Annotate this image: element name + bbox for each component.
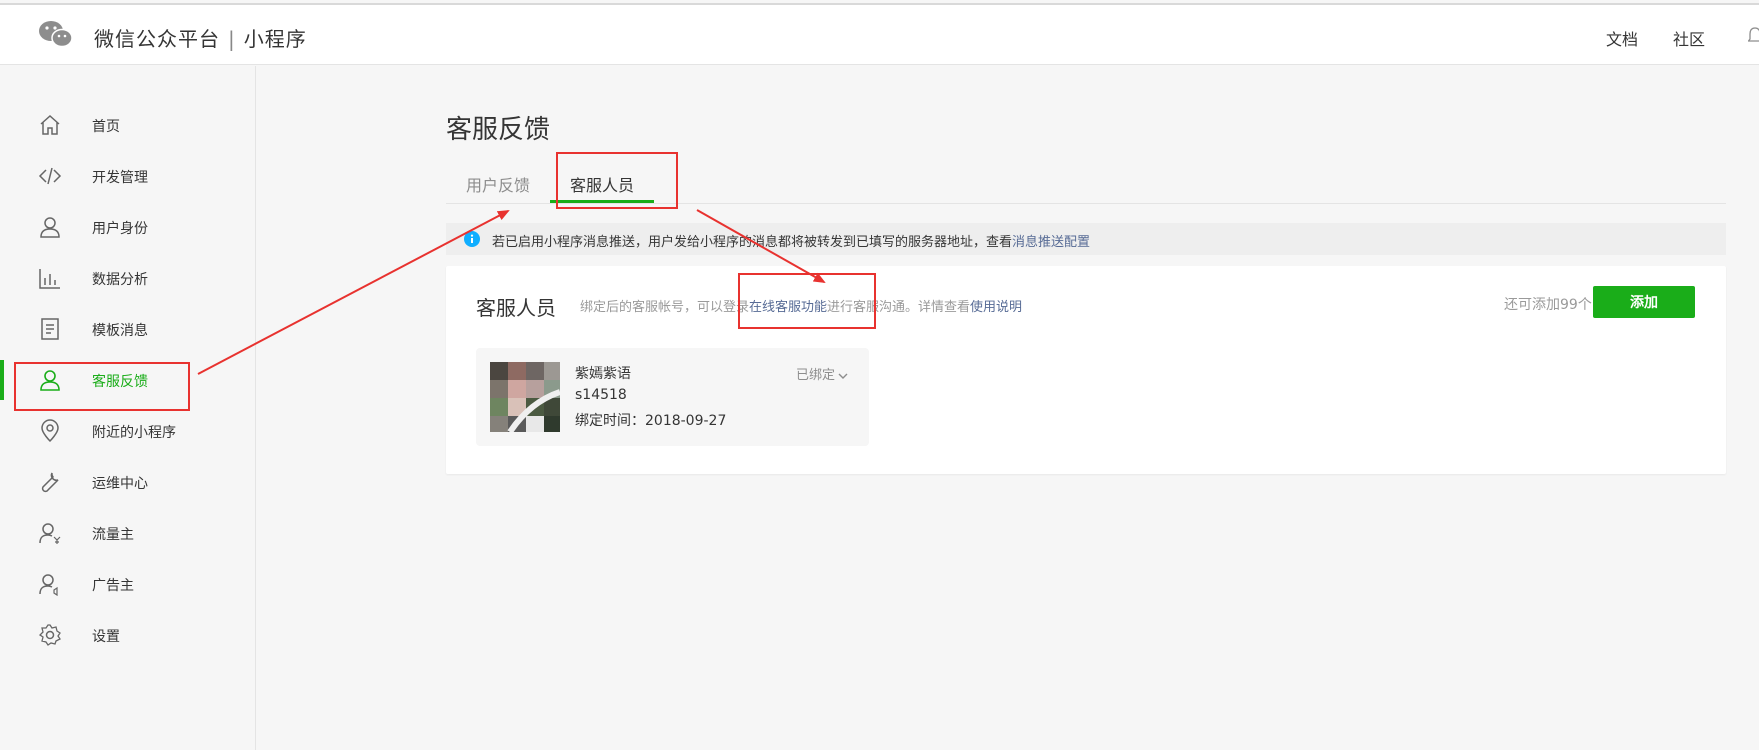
sidebar-item-template-message[interactable]: 模板消息 <box>0 309 255 349</box>
sidebar-item-label: 首页 <box>92 119 120 135</box>
staff-wechat-id: s14518 <box>575 387 627 403</box>
push-config-link[interactable]: 消息推送配置 <box>1012 235 1090 250</box>
sidebar-item-label: 附近的小程序 <box>92 425 176 441</box>
home-icon <box>40 114 60 135</box>
page-title: 客服反馈 <box>446 115 551 145</box>
user-icon <box>40 217 60 238</box>
brand-product: 小程序 <box>243 27 307 51</box>
staff-card: 客服人员 绑定后的客服帐号，可以登录在线客服功能进行客服沟通。详情查看使用说明 … <box>446 266 1726 474</box>
tab-bar: 用户反馈 客服人员 <box>446 162 1726 204</box>
sidebar-item-label: 运维中心 <box>92 476 148 492</box>
wrench-icon <box>41 472 59 493</box>
card-title: 客服人员 <box>476 296 556 320</box>
tab-active-underline <box>550 200 654 203</box>
wechat-logo-icon[interactable] <box>38 19 74 51</box>
sidebar-item-settings[interactable]: 设置 <box>0 615 255 655</box>
active-indicator <box>0 360 4 400</box>
sidebar-item-label: 模板消息 <box>92 323 148 339</box>
add-staff-button[interactable]: 添加 <box>1593 286 1695 318</box>
brand-separator: | <box>228 27 236 51</box>
sidebar-item-label: 广告主 <box>92 578 134 594</box>
gear-icon <box>38 624 61 646</box>
sidebar-item-advertiser[interactable]: 广告主 <box>0 564 255 604</box>
user-icon <box>40 370 60 391</box>
sidebar-item-traffic-owner[interactable]: 流量主 <box>0 513 255 553</box>
notice-text: 若已启用小程序消息推送，用户发给小程序的消息都将被转发到已填写的服务器地址，查看… <box>492 231 1090 250</box>
avatar[interactable] <box>490 362 560 432</box>
user-speaker-icon <box>39 574 58 596</box>
card-description: 绑定后的客服帐号，可以登录在线客服功能进行客服沟通。详情查看使用说明 <box>580 296 1022 315</box>
sidebar-item-label: 流量主 <box>92 527 134 543</box>
chevron-down-icon <box>838 373 848 379</box>
sidebar-item-nearby-mini-programs[interactable]: 附近的小程序 <box>0 411 255 451</box>
usage-guide-link[interactable]: 使用说明 <box>970 300 1022 315</box>
staff-nickname: 紫嫣紫语 <box>575 366 631 382</box>
notice-bar: 若已启用小程序消息推送，用户发给小程序的消息都将被转发到已填写的服务器地址，查看… <box>446 223 1726 255</box>
sidebar-item-label: 数据分析 <box>92 272 148 288</box>
sidebar-item-dev-management[interactable]: 开发管理 <box>0 156 255 196</box>
user-yen-icon <box>39 523 61 544</box>
sidebar-item-label: 设置 <box>92 629 120 645</box>
code-icon <box>38 167 62 185</box>
sidebar-item-label: 开发管理 <box>92 170 148 186</box>
location-pin-icon <box>41 419 59 443</box>
brand-name: 微信公众平台 <box>94 27 220 51</box>
card-desc-middle: 进行客服沟通。详情查看 <box>827 300 971 315</box>
staff-member-card: 紫嫣紫语 s14518 绑定时间：2018-09-27 已绑定 <box>476 348 869 446</box>
notice-message: 若已启用小程序消息推送，用户发给小程序的消息都将被转发到已填写的服务器地址，查看 <box>492 235 1013 250</box>
tab-customer-service-staff[interactable]: 客服人员 <box>570 172 634 196</box>
bind-status-label: 已绑定 <box>796 368 836 383</box>
bell-icon[interactable] <box>1748 27 1759 45</box>
document-icon <box>41 318 59 340</box>
top-header: 微信公众平台 | 小程序 文档 社区 <box>0 5 1759 65</box>
bind-status-dropdown[interactable]: 已绑定 <box>796 364 849 383</box>
sidebar-item-ops-center[interactable]: 运维中心 <box>0 462 255 502</box>
card-desc-prefix: 绑定后的客服帐号，可以登录 <box>580 300 750 315</box>
sidebar: 首页 开发管理 用户身份 数据分析 模板消息 客服反馈 附近的小程序 运维中心 … <box>0 66 256 750</box>
sidebar-item-data-analysis[interactable]: 数据分析 <box>0 258 255 298</box>
remaining-count: 还可添加99个 <box>1504 297 1592 313</box>
nav-docs-link[interactable]: 文档 <box>1606 26 1638 50</box>
staff-bind-time: 绑定时间：2018-09-27 <box>575 413 727 429</box>
brand-title[interactable]: 微信公众平台 | 小程序 <box>94 23 307 52</box>
info-icon <box>464 231 480 247</box>
tab-user-feedback[interactable]: 用户反馈 <box>466 172 530 196</box>
sidebar-item-user-identity[interactable]: 用户身份 <box>0 207 255 247</box>
online-service-link[interactable]: 在线客服功能 <box>749 300 827 315</box>
sidebar-item-label: 用户身份 <box>92 221 148 237</box>
nav-community-link[interactable]: 社区 <box>1673 26 1705 50</box>
sidebar-item-home[interactable]: 首页 <box>0 105 255 145</box>
sidebar-item-customer-feedback[interactable]: 客服反馈 <box>0 360 255 400</box>
sidebar-item-label: 客服反馈 <box>92 374 148 390</box>
chart-icon <box>39 269 60 289</box>
